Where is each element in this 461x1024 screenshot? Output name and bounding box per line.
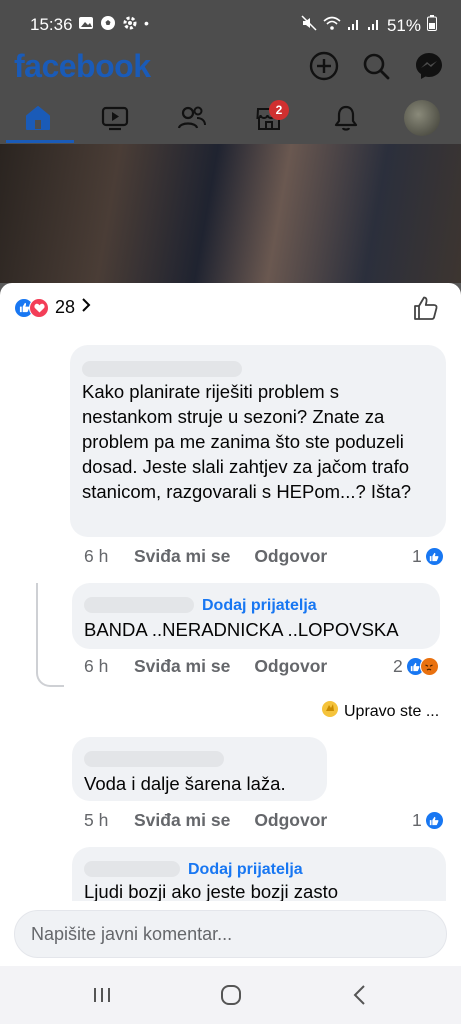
comment-actions: 6 h Sviđa mi se Odgovor <box>84 546 351 567</box>
comment-text: Voda i dalje šarena laža. <box>84 773 286 794</box>
reaction-count: 28 <box>55 297 76 317</box>
marketplace-badge: 2 <box>269 100 289 120</box>
messenger-icon <box>416 53 442 79</box>
commenter-name-row: Dodaj prijatelja <box>84 855 434 878</box>
like-reaction-icon <box>424 547 444 566</box>
comments-sheet: 28 Kako planirate riješiti problem s nes… <box>0 283 461 966</box>
love-reaction-icon <box>29 297 49 318</box>
tab-friends[interactable] <box>170 98 214 138</box>
facebook-logo[interactable]: facebook <box>14 48 151 85</box>
friends-icon <box>177 106 206 129</box>
commenter-avatar[interactable] <box>16 345 52 381</box>
like-comment-button[interactable]: Sviđa mi se <box>134 656 230 677</box>
comment-text: Kako planirate riješiti problem s nestan… <box>82 381 412 502</box>
comment-bubble: Dodaj prijatelja BANDA ..NERADNICKA ..LO… <box>72 583 440 649</box>
post-photo[interactable] <box>0 144 461 283</box>
gear-icon <box>122 15 138 35</box>
comment-actions: 5 h Sviđa mi se Odgovor <box>84 810 351 831</box>
home-icon <box>26 106 50 130</box>
status-right-icons: 51% <box>301 15 437 36</box>
back-icon <box>353 985 365 1005</box>
chevron-right-icon <box>81 297 91 318</box>
add-friend-link[interactable]: Dodaj prijatelja <box>202 597 317 614</box>
add-friend-link[interactable]: Dodaj prijatelja <box>188 861 303 878</box>
reply-button[interactable]: Odgovor <box>254 546 327 567</box>
add-icon <box>309 51 339 81</box>
video-icon <box>101 106 129 131</box>
battery-percent: 51% <box>386 15 421 35</box>
home-nav-icon <box>221 985 241 1005</box>
tab-notifications[interactable] <box>324 98 368 138</box>
comment-time: 5 h <box>84 810 109 830</box>
bell-icon <box>334 105 358 131</box>
commenter-name-row <box>84 745 315 768</box>
comment-reaction-count: 2 <box>393 656 403 676</box>
like-comment-button[interactable]: Sviđa mi se <box>134 810 230 831</box>
gallery-icon <box>78 15 94 35</box>
like-reaction-icon <box>424 811 444 830</box>
like-post-button[interactable] <box>413 295 439 326</box>
wifi-icon <box>323 15 341 36</box>
comment-reactions[interactable]: 1 <box>412 546 444 567</box>
comment-reaction-count: 1 <box>412 546 422 566</box>
signal-icon <box>367 16 381 36</box>
avatar <box>404 100 440 136</box>
commenter-name[interactable] <box>84 597 194 614</box>
recents-icon <box>94 988 110 1002</box>
comment-time: 6 h <box>84 656 109 676</box>
comment-bubble: Voda i dalje šarena laža. <box>72 737 327 801</box>
commenter-name[interactable] <box>82 361 242 378</box>
recent-apps-button[interactable] <box>82 980 122 1010</box>
soccer-icon <box>100 15 116 35</box>
like-comment-button[interactable]: Sviđa mi se <box>134 546 230 567</box>
commenter-avatar[interactable] <box>16 739 52 775</box>
comment-reactions[interactable]: 1 <box>412 810 444 831</box>
comment-bubble: Kako planirate riješiti problem s nestan… <box>70 345 446 537</box>
reaction-summary[interactable]: 28 <box>14 297 91 318</box>
tab-bar: 2 <box>0 92 461 144</box>
comment-input-placeholder: Napišite javni komentar... <box>31 923 233 944</box>
reply-button[interactable]: Odgovor <box>254 810 327 831</box>
clap-icon <box>320 699 340 724</box>
commenter-avatar[interactable] <box>16 849 52 885</box>
reply-button[interactable]: Odgovor <box>254 656 327 677</box>
commenter-name[interactable] <box>84 751 224 768</box>
search-icon <box>363 53 390 80</box>
status-left-icons: • <box>78 15 149 35</box>
thumbs-up-icon <box>414 296 438 320</box>
comment-reaction-count: 1 <box>412 810 422 830</box>
status-bar: 15:36 • 51% <box>0 0 461 48</box>
tab-home[interactable] <box>16 98 60 138</box>
comment-reactions[interactable]: 2 <box>393 656 439 677</box>
dot-icon: • <box>144 15 149 31</box>
system-nav-bar <box>0 966 461 1024</box>
search-button[interactable] <box>360 50 392 82</box>
status-time: 15:36 <box>30 15 73 34</box>
tab-marketplace[interactable]: 2 <box>247 98 291 138</box>
create-button[interactable] <box>308 50 340 82</box>
reply-thread-line <box>36 583 64 687</box>
typing-text: Upravo ste ... <box>344 702 440 720</box>
active-tab-indicator <box>6 140 74 143</box>
angry-reaction-icon <box>419 657 439 676</box>
home-nav-button[interactable] <box>211 980 251 1010</box>
comment-text: BANDA ..NERADNICKA ..LOPOVSKA <box>84 619 399 640</box>
messenger-button[interactable] <box>413 50 445 82</box>
commenter-name[interactable] <box>84 861 180 878</box>
comment-time: 6 h <box>84 546 109 566</box>
commenter-name-row: Dodaj prijatelja <box>84 591 428 614</box>
commenter-name-row <box>82 355 434 378</box>
typing-indicator: Upravo ste ... <box>320 699 439 724</box>
battery-icon <box>427 15 437 36</box>
tab-profile[interactable] <box>402 98 446 138</box>
signal-icon <box>347 16 361 36</box>
comment-input[interactable]: Napišite javni komentar... <box>14 910 447 958</box>
mute-icon <box>301 15 317 36</box>
back-button[interactable] <box>340 980 380 1010</box>
tab-video[interactable] <box>93 98 137 138</box>
app-header: facebook <box>0 48 461 88</box>
comment-actions: 6 h Sviđa mi se Odgovor <box>84 656 351 677</box>
